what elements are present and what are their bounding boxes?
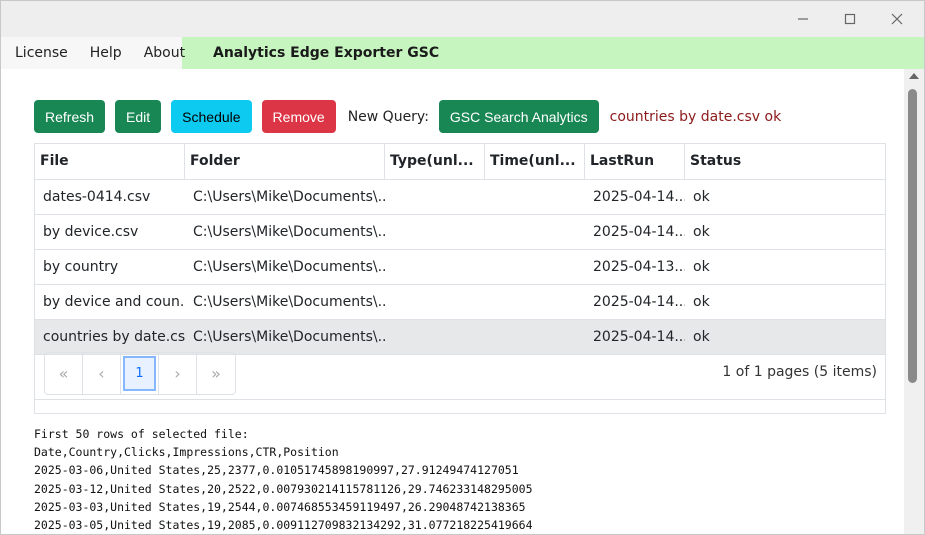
- column-header-file[interactable]: File: [35, 144, 185, 179]
- preview-line: Date,Country,Clicks,Impressions,CTR,Posi…: [34, 445, 339, 460]
- column-header-status[interactable]: Status: [685, 144, 885, 179]
- maximize-icon[interactable]: [838, 9, 862, 29]
- remove-button[interactable]: Remove: [261, 100, 336, 133]
- main-content: Refresh Edit Schedule Remove New Query: …: [1, 69, 904, 534]
- grid-header: File Folder Type(unl... Time(unl... Last…: [35, 144, 885, 180]
- cell-file: by country: [43, 259, 119, 275]
- scroll-up-icon[interactable]: [909, 73, 919, 79]
- close-icon[interactable]: [885, 9, 909, 29]
- schedule-button[interactable]: Schedule: [171, 100, 252, 133]
- column-header-time[interactable]: Time(unl...: [485, 144, 585, 179]
- cell-status: ok: [693, 259, 710, 275]
- app-window: License Help About Analytics Edge Export…: [0, 0, 925, 535]
- edit-button[interactable]: Edit: [115, 100, 162, 133]
- preview-line: 2025-03-03,United States,19,2544,0.00746…: [34, 499, 526, 514]
- scrollbar-thumb[interactable]: [908, 89, 917, 383]
- page-number-button[interactable]: 1: [123, 356, 156, 391]
- preview-line: 2025-03-12,United States,20,2522,0.00793…: [34, 481, 533, 496]
- table-row[interactable]: by device and coun... C:\Users\Mike\Docu…: [35, 285, 885, 320]
- menu-about[interactable]: About: [122, 45, 185, 61]
- pagination: « ‹ 1 › »: [44, 352, 236, 395]
- preview-line: 2025-03-06,United States,25,2377,0.01051…: [34, 463, 519, 478]
- cell-lastrun: 2025-04-13...: [593, 259, 685, 275]
- toolbar: Refresh Edit Schedule Remove New Query: …: [34, 100, 781, 133]
- cell-folder: C:\Users\Mike\Documents\...: [193, 294, 385, 310]
- cell-status: ok: [693, 224, 710, 240]
- table-row[interactable]: dates-0414.csv C:\Users\Mike\Documents\.…: [35, 180, 885, 215]
- cell-status: ok: [693, 294, 710, 310]
- app-title: Analytics Edge Exporter GSC: [213, 45, 440, 61]
- menu-bar: License Help About Analytics Edge Export…: [1, 37, 924, 69]
- last-page-icon[interactable]: »: [197, 353, 235, 394]
- cell-file: by device.csv: [43, 224, 139, 240]
- cell-folder: C:\Users\Mike\Documents\...: [193, 259, 385, 275]
- cell-folder: C:\Users\Mike\Documents\...: [193, 224, 385, 240]
- first-page-icon[interactable]: «: [45, 353, 83, 394]
- refresh-button[interactable]: Refresh: [34, 100, 106, 133]
- new-query-label: New Query:: [347, 108, 429, 125]
- status-message: countries by date.csv ok: [609, 108, 782, 125]
- cell-type: [385, 180, 485, 214]
- minimize-icon[interactable]: [791, 9, 815, 29]
- menu-license[interactable]: License: [1, 45, 68, 61]
- prev-page-icon[interactable]: ‹: [83, 353, 121, 394]
- cell-time: [485, 215, 585, 249]
- cell-type: [385, 215, 485, 249]
- cell-lastrun: 2025-04-14...: [593, 224, 685, 240]
- cell-file: dates-0414.csv: [43, 189, 151, 205]
- preview-line: First 50 rows of selected file:: [34, 427, 249, 441]
- cell-status: ok: [693, 189, 710, 205]
- column-header-lastrun[interactable]: LastRun: [585, 144, 685, 179]
- page-number-container: 1: [121, 353, 159, 394]
- vertical-scrollbar[interactable]: [904, 69, 924, 534]
- menu-items: License Help About: [1, 37, 185, 69]
- pager-summary: 1 of 1 pages (5 items): [722, 364, 877, 380]
- cell-type: [385, 285, 485, 319]
- gsc-search-analytics-button[interactable]: GSC Search Analytics: [438, 100, 599, 133]
- title-bar: [1, 1, 924, 37]
- cell-time: [485, 180, 585, 214]
- next-page-icon[interactable]: ›: [159, 353, 197, 394]
- column-header-type[interactable]: Type(unl...: [385, 144, 485, 179]
- pager-bar: « ‹ 1 › » 1 of 1 pages (5 items): [34, 345, 886, 400]
- cell-file: by device and coun...: [43, 294, 185, 310]
- table-row[interactable]: by device.csv C:\Users\Mike\Documents\..…: [35, 215, 885, 250]
- file-preview: First 50 rows of selected file: Date,Coun…: [34, 425, 894, 534]
- cell-folder: C:\Users\Mike\Documents\...: [193, 189, 385, 205]
- preview-line: 2025-03-05,United States,19,2085,0.00911…: [34, 518, 533, 533]
- cell-time: [485, 285, 585, 319]
- table-row[interactable]: by country C:\Users\Mike\Documents\... 2…: [35, 250, 885, 285]
- cell-type: [385, 250, 485, 284]
- column-header-folder[interactable]: Folder: [185, 144, 385, 179]
- menu-help[interactable]: Help: [68, 45, 122, 61]
- cell-time: [485, 250, 585, 284]
- cell-lastrun: 2025-04-14...: [593, 189, 685, 205]
- cell-lastrun: 2025-04-14...: [593, 294, 685, 310]
